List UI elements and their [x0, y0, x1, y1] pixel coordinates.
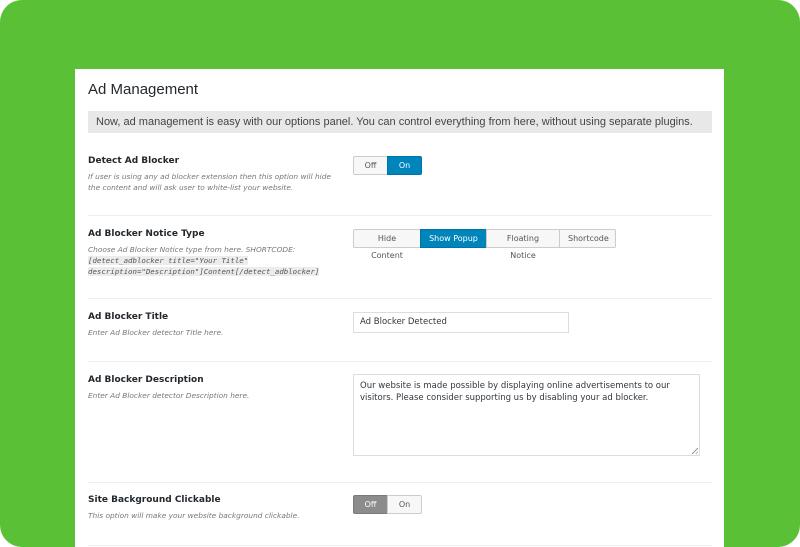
panel-title: Ad Management	[88, 81, 199, 98]
divider	[88, 298, 712, 299]
background-clickable-on-button[interactable]: On	[387, 495, 422, 514]
detect-ad-blocker-off-button[interactable]: Off	[353, 156, 388, 175]
info-notice: Now, ad management is easy with our opti…	[88, 111, 712, 133]
hide-content-button[interactable]: Hide Content	[353, 229, 421, 260]
detect-ad-blocker-label: Detect Ad Blocker	[88, 156, 180, 166]
ad-management-panel: Ad Management Now, ad management is easy…	[75, 69, 724, 547]
ad-blocker-title-description: Enter Ad Blocker detector Title here.	[88, 328, 224, 337]
floating-notice-button[interactable]: Floating Notice	[486, 229, 560, 260]
background-clickable-label: Site Background Clickable	[88, 495, 221, 505]
divider	[88, 545, 712, 546]
detect-ad-blocker-toggle: Off On	[353, 156, 422, 175]
ad-blocker-description-textarea[interactable]: Our website is made possible by displayi…	[353, 374, 700, 456]
detect-ad-blocker-on-button[interactable]: On	[387, 156, 422, 175]
divider	[88, 215, 712, 216]
textarea-content: Our website is made possible by displayi…	[360, 381, 670, 403]
divider	[88, 482, 712, 483]
background-clickable-toggle: Off On	[353, 495, 422, 514]
detect-ad-blocker-description: If user is using any ad blocker extensio…	[88, 172, 331, 192]
ad-blocker-description-label: Ad Blocker Description	[88, 375, 204, 385]
background-clickable-description: This option will make your website backg…	[88, 511, 300, 520]
ad-blocker-title-input[interactable]: Ad Blocker Detected	[353, 312, 569, 333]
ad-blocker-title-label: Ad Blocker Title	[88, 312, 169, 322]
ad-blocker-description-help: Enter Ad Blocker detector Description he…	[88, 391, 250, 400]
resize-handle-icon[interactable]	[692, 448, 698, 454]
notice-type-selector: Hide Content Show Popup Floating Notice …	[353, 229, 616, 260]
notice-type-label: Ad Blocker Notice Type	[88, 229, 205, 239]
shortcode-line-1: [detect_adblocker title="Your Title"	[88, 256, 249, 265]
shortcode-button[interactable]: Shortcode	[559, 229, 616, 248]
shortcode-example: [detect_adblocker title="Your Title" des…	[88, 256, 343, 277]
shortcode-line-2: description="Description"]Content[/detec…	[88, 266, 320, 276]
show-popup-button[interactable]: Show Popup	[420, 229, 487, 248]
background-clickable-off-button[interactable]: Off	[353, 495, 388, 514]
notice-type-description: Choose Ad Blocker Notice type from here.…	[88, 245, 296, 254]
divider	[88, 361, 712, 362]
